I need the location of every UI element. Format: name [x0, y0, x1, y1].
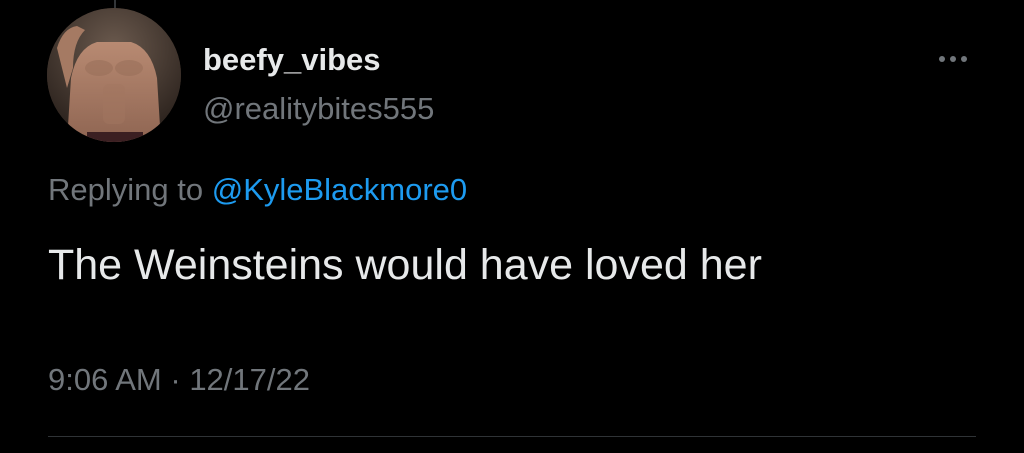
dot [950, 56, 956, 62]
divider [48, 436, 976, 437]
meta-separator: · [161, 362, 190, 397]
user-handle[interactable]: @realitybites555 [203, 89, 434, 129]
reply-context: Replying to @KyleBlackmore0 [48, 170, 467, 210]
tweet: beefy_vibes @realitybites555 Replying to… [0, 0, 1024, 453]
tweet-time: 9:06 AM [48, 362, 162, 397]
tweet-timestamp[interactable]: 9:06 AM · 12/17/22 [48, 360, 310, 400]
avatar[interactable] [47, 8, 181, 142]
tweet-date: 12/17/22 [189, 362, 310, 397]
reply-prefix: Replying to [48, 172, 212, 207]
dot [939, 56, 945, 62]
more-options-button[interactable] [930, 44, 976, 74]
dot [961, 56, 967, 62]
mention-link[interactable]: @KyleBlackmore0 [212, 172, 467, 207]
avatar-image [47, 8, 181, 142]
display-name[interactable]: beefy_vibes [203, 40, 381, 80]
tweet-text: The Weinsteins would have loved her [48, 241, 762, 289]
more-horizontal-icon [939, 56, 967, 62]
